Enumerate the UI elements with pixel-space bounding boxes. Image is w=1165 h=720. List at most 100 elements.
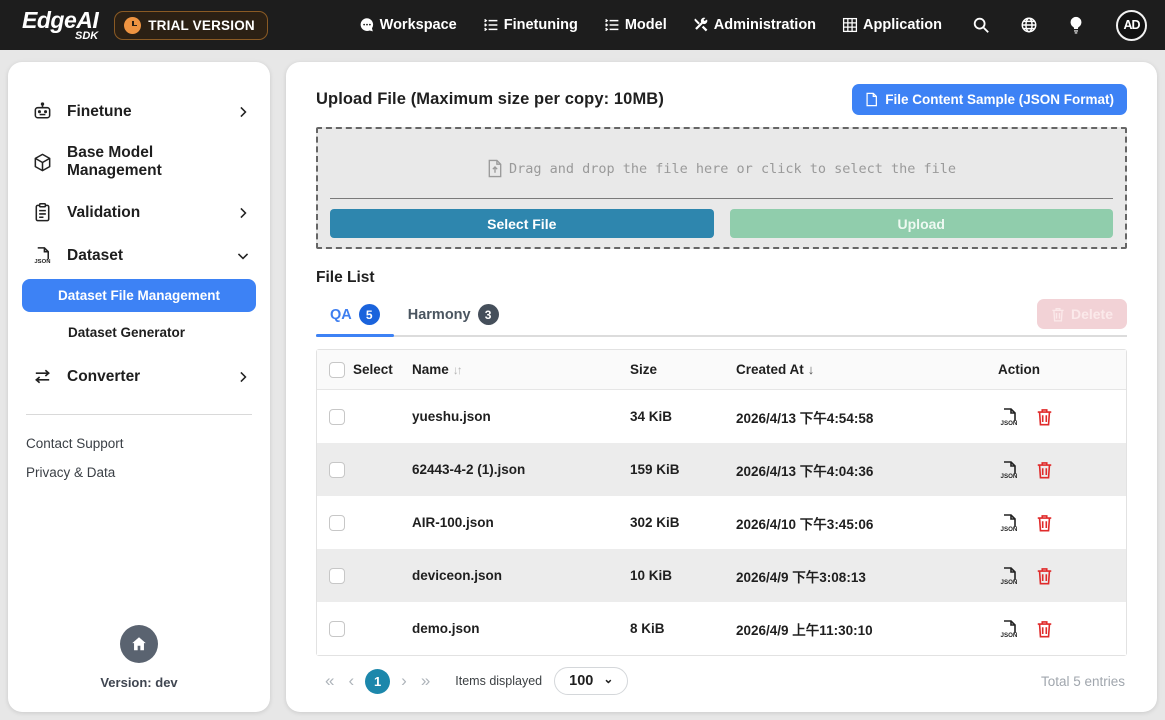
search-icon[interactable] xyxy=(972,16,990,34)
delete-button-label: Delete xyxy=(1071,306,1113,322)
nav-label: Workspace xyxy=(380,17,457,33)
file-size-cell: 10 KiB xyxy=(630,568,736,583)
file-list-tabs: QA 5 Harmony 3 Delete xyxy=(316,297,1127,337)
lightbulb-icon[interactable] xyxy=(1068,16,1084,34)
nav-item-model[interactable]: Model xyxy=(604,17,667,33)
next-page-button[interactable]: › xyxy=(394,671,414,691)
privacy-data-link[interactable]: Privacy & Data xyxy=(8,458,270,487)
header-name[interactable]: Name↓↑ xyxy=(412,362,630,377)
list-settings-icon xyxy=(604,17,620,33)
view-json-button[interactable]: JSON xyxy=(998,565,1020,587)
nav-item-finetuning[interactable]: Finetuning xyxy=(483,17,578,33)
nav-label: Administration xyxy=(714,17,816,33)
json-file-icon: JSON xyxy=(998,512,1020,534)
delete-row-button[interactable] xyxy=(1036,567,1053,585)
svg-text:JSON: JSON xyxy=(34,259,50,265)
file-upload-icon xyxy=(487,159,503,178)
app-logo[interactable]: EdgeAI SDK xyxy=(22,9,98,42)
tab-label: QA xyxy=(330,307,352,323)
json-file-icon: JSON xyxy=(32,245,53,266)
chevron-down-icon: ⌄ xyxy=(603,672,613,686)
select-all-checkbox[interactable] xyxy=(329,362,345,378)
file-name-cell: AIR-100.json xyxy=(412,515,630,530)
json-file-icon: JSON xyxy=(998,618,1020,640)
page-size-value: 100 xyxy=(569,673,593,689)
robot-icon xyxy=(32,101,53,122)
header-size: Size xyxy=(630,362,736,377)
upload-button[interactable]: Upload xyxy=(730,209,1114,238)
table-row: AIR-100.json 302 KiB 2026/4/10 下午3:45:06… xyxy=(317,496,1126,549)
view-json-button[interactable]: JSON xyxy=(998,406,1020,428)
file-table: Select Name↓↑ Size Created At↓ Action yu… xyxy=(316,349,1127,656)
sidebar-item-converter[interactable]: Converter xyxy=(8,355,270,398)
sidebar-item-dataset-generator[interactable]: Dataset Generator xyxy=(22,316,256,349)
sidebar-item-validation[interactable]: Validation xyxy=(8,191,270,234)
header-select: Select xyxy=(353,362,393,377)
delete-row-button[interactable] xyxy=(1036,620,1053,638)
tab-qa[interactable]: QA 5 xyxy=(316,297,394,335)
globe-icon[interactable] xyxy=(1020,16,1038,34)
tab-harmony[interactable]: Harmony 3 xyxy=(394,297,513,335)
main-panel: Upload File (Maximum size per copy: 10MB… xyxy=(286,62,1157,712)
tab-count-badge: 3 xyxy=(478,304,499,325)
row-checkbox[interactable] xyxy=(329,621,345,637)
home-button[interactable] xyxy=(120,625,158,663)
delete-row-button[interactable] xyxy=(1036,408,1053,426)
view-json-button[interactable]: JSON xyxy=(998,618,1020,640)
sidebar-item-dataset[interactable]: JSON Dataset xyxy=(8,234,270,277)
row-checkbox[interactable] xyxy=(329,515,345,531)
file-content-sample-button[interactable]: File Content Sample (JSON Format) xyxy=(852,84,1127,115)
list-settings-icon xyxy=(483,17,499,33)
contact-support-link[interactable]: Contact Support xyxy=(8,429,270,458)
chat-icon xyxy=(359,17,375,33)
sidebar-item-finetune[interactable]: Finetune xyxy=(8,90,270,133)
logo-line1: EdgeAI xyxy=(22,9,98,32)
row-checkbox[interactable] xyxy=(329,462,345,478)
nav-label: Application xyxy=(863,17,942,33)
row-checkbox[interactable] xyxy=(329,568,345,584)
sidebar-item-dataset-file-management[interactable]: Dataset File Management xyxy=(22,279,256,312)
delete-row-button[interactable] xyxy=(1036,461,1053,479)
sidebar-item-label: Finetune xyxy=(67,103,222,121)
cube-icon xyxy=(32,152,53,173)
file-size-cell: 302 KiB xyxy=(630,515,736,530)
current-page-button[interactable]: 1 xyxy=(365,669,390,694)
header-created-at[interactable]: Created At↓ xyxy=(736,362,998,377)
row-checkbox[interactable] xyxy=(329,409,345,425)
chevron-right-icon xyxy=(236,370,250,384)
file-dropzone[interactable]: Drag and drop the file here or click to … xyxy=(316,127,1127,249)
document-icon xyxy=(865,92,878,107)
first-page-button[interactable]: « xyxy=(318,671,341,691)
version-label: Version: dev xyxy=(8,675,270,690)
delete-row-button[interactable] xyxy=(1036,514,1053,532)
tools-icon xyxy=(693,17,709,33)
last-page-button[interactable]: » xyxy=(414,671,437,691)
json-file-icon: JSON xyxy=(998,406,1020,428)
sort-both-icon[interactable]: ↓↑ xyxy=(453,363,461,377)
nav-item-workspace[interactable]: Workspace xyxy=(359,17,457,33)
table-row: deviceon.json 10 KiB 2026/4/9 下午3:08:13 … xyxy=(317,549,1126,602)
sidebar-item-label: Validation xyxy=(67,204,222,222)
select-file-button[interactable]: Select File xyxy=(330,209,714,238)
prev-page-button[interactable]: ‹ xyxy=(341,671,361,691)
file-size-cell: 34 KiB xyxy=(630,409,736,424)
svg-text:JSON: JSON xyxy=(1001,473,1018,480)
upload-section-title: Upload File (Maximum size per copy: 10MB… xyxy=(316,84,664,109)
delete-button[interactable]: Delete xyxy=(1037,299,1127,329)
nav-item-administration[interactable]: Administration xyxy=(693,17,816,33)
view-json-button[interactable]: JSON xyxy=(998,459,1020,481)
sort-desc-icon[interactable]: ↓ xyxy=(808,362,815,377)
user-avatar[interactable]: AD xyxy=(1116,10,1147,41)
json-file-icon: JSON xyxy=(998,565,1020,587)
nav-item-application[interactable]: Application xyxy=(842,17,942,33)
page-size-select[interactable]: 100 ⌄ xyxy=(554,667,628,695)
sidebar-item-base-model-management[interactable]: Base Model Management xyxy=(8,133,270,191)
svg-text:JSON: JSON xyxy=(1001,420,1018,427)
svg-text:JSON: JSON xyxy=(1001,526,1018,533)
dropzone-hint: Drag and drop the file here or click to … xyxy=(509,161,956,177)
table-body: yueshu.json 34 KiB 2026/4/13 下午4:54:58 J… xyxy=(317,390,1126,655)
table-header-row: Select Name↓↑ Size Created At↓ Action xyxy=(317,350,1126,390)
trash-icon xyxy=(1036,620,1053,638)
pagination-bar: « ‹ 1 › » Items displayed 100 ⌄ Total 5 … xyxy=(316,667,1127,695)
view-json-button[interactable]: JSON xyxy=(998,512,1020,534)
